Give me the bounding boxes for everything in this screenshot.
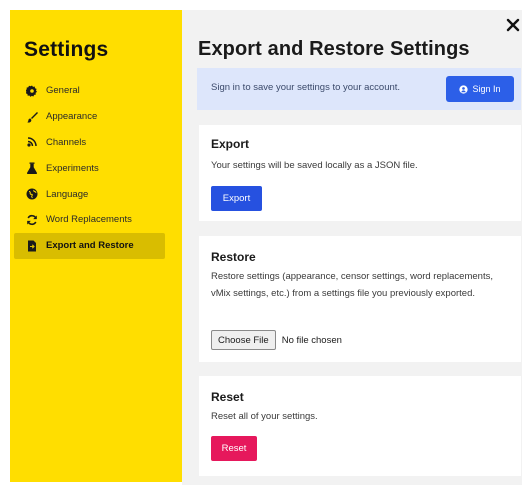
sidebar-item-channels[interactable]: Channels [10,130,182,156]
export-description: Your settings will be saved locally as a… [211,160,418,171]
sidebar-item-appearance[interactable]: Appearance [10,104,182,130]
sidebar-nav: General Appearance Channels Experiments … [10,78,182,259]
file-export-icon [26,240,38,252]
close-icon [506,18,520,32]
export-title: Export [211,137,250,151]
sidebar-item-label: Experiments [46,162,99,174]
file-input: Choose File No file chosen [211,330,342,350]
sidebar-item-export-and-restore[interactable]: Export and Restore [14,232,165,259]
globe-icon [26,188,38,200]
sidebar-item-experiments[interactable]: Experiments [10,155,182,181]
sign-in-label: Sign In [472,84,501,94]
paintbrush-icon [26,111,38,123]
sidebar-title: Settings [24,38,109,61]
sign-in-button[interactable]: Sign In [446,76,514,102]
broadcast-icon [26,136,38,148]
sidebar-item-label: Export and Restore [46,240,134,252]
restore-description: Restore settings (appearance, censor set… [211,271,493,299]
refresh-icon [26,214,38,226]
page-title: Export and Restore Settings [198,38,470,60]
sidebar-item-label: Channels [46,136,87,148]
sidebar-item-language[interactable]: Language [10,181,182,207]
file-status: No file chosen [281,334,342,346]
sidebar-item-label: Language [46,188,89,200]
sidebar: Settings General Appearance Channels Exp… [10,10,182,482]
signin-banner: Sign in to save your settings to your ac… [197,68,521,110]
reset-card: Reset Reset all of your settings. Reset [199,376,521,476]
restore-title: Restore [211,250,256,264]
user-icon [459,84,469,94]
reset-title: Reset [211,390,244,404]
close-button[interactable] [504,16,522,34]
export-card: Export Your settings will be saved local… [199,125,521,221]
sidebar-item-label: General [46,85,80,97]
flask-icon [26,162,38,175]
reset-button[interactable]: Reset [211,436,257,461]
choose-file-button[interactable]: Choose File [211,330,276,350]
sidebar-item-label: Appearance [46,111,98,123]
restore-card: Restore Restore settings (appearance, ce… [199,236,521,362]
reset-description: Reset all of your settings. [211,411,318,422]
export-button[interactable]: Export [211,186,262,211]
sidebar-item-label: Word Replacements [46,214,132,226]
gear-icon [26,85,38,97]
sidebar-item-word-replacements[interactable]: Word Replacements [10,207,182,233]
signin-message: Sign in to save your settings to your ac… [211,82,401,93]
sidebar-item-general[interactable]: General [10,78,182,104]
